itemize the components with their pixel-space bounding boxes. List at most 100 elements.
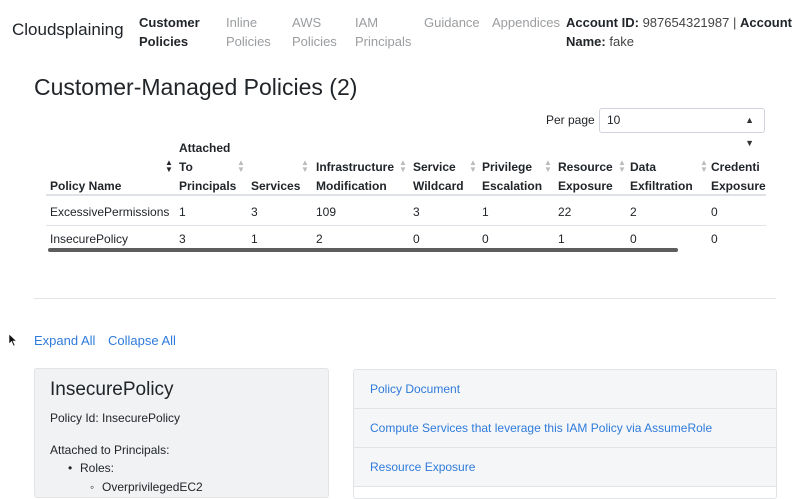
column-header-label: Resource Exposure xyxy=(558,158,613,196)
per-page-select[interactable]: 10 ▲ ▼ xyxy=(599,108,765,148)
column-header-privilege-escalation[interactable]: Privilege Escalation ▲ ▼ xyxy=(482,136,554,196)
column-header-label: Data Exfiltration xyxy=(630,158,693,196)
policy-details-accordion: Policy Document Compute Services that le… xyxy=(353,369,777,499)
nav-customer-policies-line1: Customer xyxy=(139,15,200,30)
sort-icon: ▲ ▼ xyxy=(165,158,173,174)
column-header-label: Credenti Exposure xyxy=(711,158,766,196)
accordion-item-resource-exposure[interactable]: Resource Exposure xyxy=(354,448,776,487)
column-header-text: Wildcard xyxy=(413,179,464,193)
cell-service-wildcard: 3 xyxy=(413,205,420,219)
column-header-service-wildcard[interactable]: Service Wildcard ▲ ▼ xyxy=(413,136,479,196)
sort-icon: ▲ ▼ xyxy=(618,158,626,174)
column-header-data-exfiltration[interactable]: Data Exfiltration ▲ ▼ xyxy=(630,136,708,196)
column-header-text: Exposure xyxy=(711,179,766,193)
accordion-item-label[interactable]: Compute Services that leverage this IAM … xyxy=(370,421,712,435)
nav-iam-principals-line1: IAM xyxy=(355,15,379,30)
table-horizontal-scrollbar[interactable] xyxy=(48,248,678,252)
cell-infrastructure-modification: 109 xyxy=(316,205,337,219)
column-header-text: Credenti xyxy=(711,160,760,174)
sort-icon: ▲ ▼ xyxy=(301,158,309,174)
column-header-text: Data xyxy=(630,160,657,174)
per-page-value: 10 xyxy=(607,113,621,127)
page-title: Customer-Managed Policies (2) xyxy=(34,74,358,100)
column-header-credentials-exposure[interactable]: Credenti Exposure xyxy=(711,136,766,196)
policy-card: InsecurePolicy Policy Id: InsecurePolicy… xyxy=(34,368,329,498)
column-header-attached-to-principals[interactable]: Attached To Principals ▲ ▼ xyxy=(179,136,249,196)
accordion-item-compute-services[interactable]: Compute Services that leverage this IAM … xyxy=(354,409,776,448)
cell-credentials-exposure: 0 xyxy=(711,232,718,246)
column-header-text: Services xyxy=(251,179,301,193)
cell-infrastructure-modification: 2 xyxy=(316,232,323,246)
column-header-text: Policy Name xyxy=(50,179,122,193)
role-item[interactable]: OverprivilegedEC2 xyxy=(102,480,203,494)
account-id-label: Account ID: xyxy=(566,15,639,30)
column-header-text: Service xyxy=(413,160,456,174)
attached-principals-label: Attached to Principals: xyxy=(50,443,170,457)
cell-services: 3 xyxy=(251,205,258,219)
column-header-infrastructure-modification[interactable]: Infrastructure Modification ▲ ▼ xyxy=(316,136,412,196)
column-header-text: Resource xyxy=(558,160,613,174)
accordion-item-policy-document[interactable]: Policy Document xyxy=(354,370,776,409)
sort-icon: ▲ ▼ xyxy=(399,158,407,174)
account-info: Account ID: 987654321987 | Account Name:… xyxy=(566,13,796,51)
mouse-cursor-icon xyxy=(8,333,18,347)
nav-aws-policies-line1: AWS xyxy=(292,15,322,30)
accordion-item-label[interactable]: Policy Document xyxy=(370,382,460,396)
brand-logo[interactable]: Cloudsplaining xyxy=(12,20,124,40)
account-separator: | xyxy=(732,15,737,30)
nav-iam-principals[interactable]: IAM Principals xyxy=(355,13,411,51)
per-page-label: Per page xyxy=(546,113,595,127)
cell-attached-to-principals: 1 xyxy=(179,205,186,219)
nav-aws-policies[interactable]: AWS Policies xyxy=(292,13,337,51)
account-label: Account xyxy=(739,15,792,30)
nav-inline-policies[interactable]: Inline Policies xyxy=(226,13,271,51)
cell-privilege-escalation: 1 xyxy=(482,205,489,219)
column-header-text: Modification xyxy=(316,179,387,193)
cell-services: 1 xyxy=(251,232,258,246)
nav-appendices[interactable]: Appendices xyxy=(492,13,560,32)
table-header: Policy Name ▲ ▼ Attached To Principals ▲ ▼… xyxy=(46,136,766,196)
sort-icon: ▲ ▼ xyxy=(237,158,245,174)
column-header-text: To xyxy=(179,160,193,174)
column-header-label: Policy Name xyxy=(50,177,121,196)
column-header-services[interactable]: Services ▲ ▼ xyxy=(251,136,313,196)
nav-guidance-line1: Guidance xyxy=(424,15,480,30)
cell-data-exfiltration: 0 xyxy=(630,232,637,246)
navbar: Cloudsplaining Customer Policies Inline … xyxy=(0,0,800,62)
column-header-resource-exposure[interactable]: Resource Exposure ▲ ▼ xyxy=(558,136,626,196)
column-header-label: Service Wildcard xyxy=(413,158,464,196)
nav-guidance[interactable]: Guidance xyxy=(424,13,480,32)
circle-bullet-icon: ◦ xyxy=(90,480,95,494)
expand-all-link[interactable]: Expand All xyxy=(34,333,95,348)
accordion-item-label[interactable]: Resource Exposure xyxy=(370,460,475,474)
nav-iam-principals-line2: Principals xyxy=(355,34,412,49)
cell-resource-exposure: 1 xyxy=(558,232,565,246)
bullet-icon: • xyxy=(68,461,73,475)
column-header-text: Exposure xyxy=(558,179,613,193)
table-row[interactable]: ExcessivePermissions 1 3 109 3 1 22 2 0 xyxy=(46,199,766,226)
sort-icon: ▲ ▼ xyxy=(544,158,552,174)
policies-table: Policy Name ▲ ▼ Attached To Principals ▲ ▼… xyxy=(46,136,766,254)
section-divider xyxy=(34,298,776,299)
cell-policy-name[interactable]: ExcessivePermissions xyxy=(50,205,169,219)
nav-aws-policies-line2: Policies xyxy=(292,34,337,49)
column-header-text: Escalation xyxy=(482,179,543,193)
nav-inline-policies-line1: Inline xyxy=(226,15,258,30)
column-header-policy-name[interactable]: Policy Name ▲ ▼ xyxy=(50,136,176,196)
cell-policy-name[interactable]: InsecurePolicy xyxy=(50,232,128,246)
collapse-all-link[interactable]: Collapse All xyxy=(108,333,176,348)
nav-customer-policies-line2: Policies xyxy=(139,34,189,49)
sort-icon: ▲ ▼ xyxy=(469,158,477,174)
column-header-label: Privilege Escalation xyxy=(482,158,542,196)
column-header-text: Attached xyxy=(179,141,231,155)
account-id-value: 987654321987 xyxy=(642,15,730,30)
account-name-value: fake xyxy=(609,34,634,49)
nav-customer-policies[interactable]: Customer Policies xyxy=(139,13,200,51)
nav-inline-policies-line2: Policies xyxy=(226,34,271,49)
cell-resource-exposure: 22 xyxy=(558,205,572,219)
nav-appendices-line1: Appendices xyxy=(492,15,560,30)
column-header-label: Attached To Principals xyxy=(179,139,236,196)
roles-label: Roles: xyxy=(80,461,115,475)
cell-data-exfiltration: 2 xyxy=(630,205,637,219)
column-header-text: Exfiltration xyxy=(630,179,693,193)
